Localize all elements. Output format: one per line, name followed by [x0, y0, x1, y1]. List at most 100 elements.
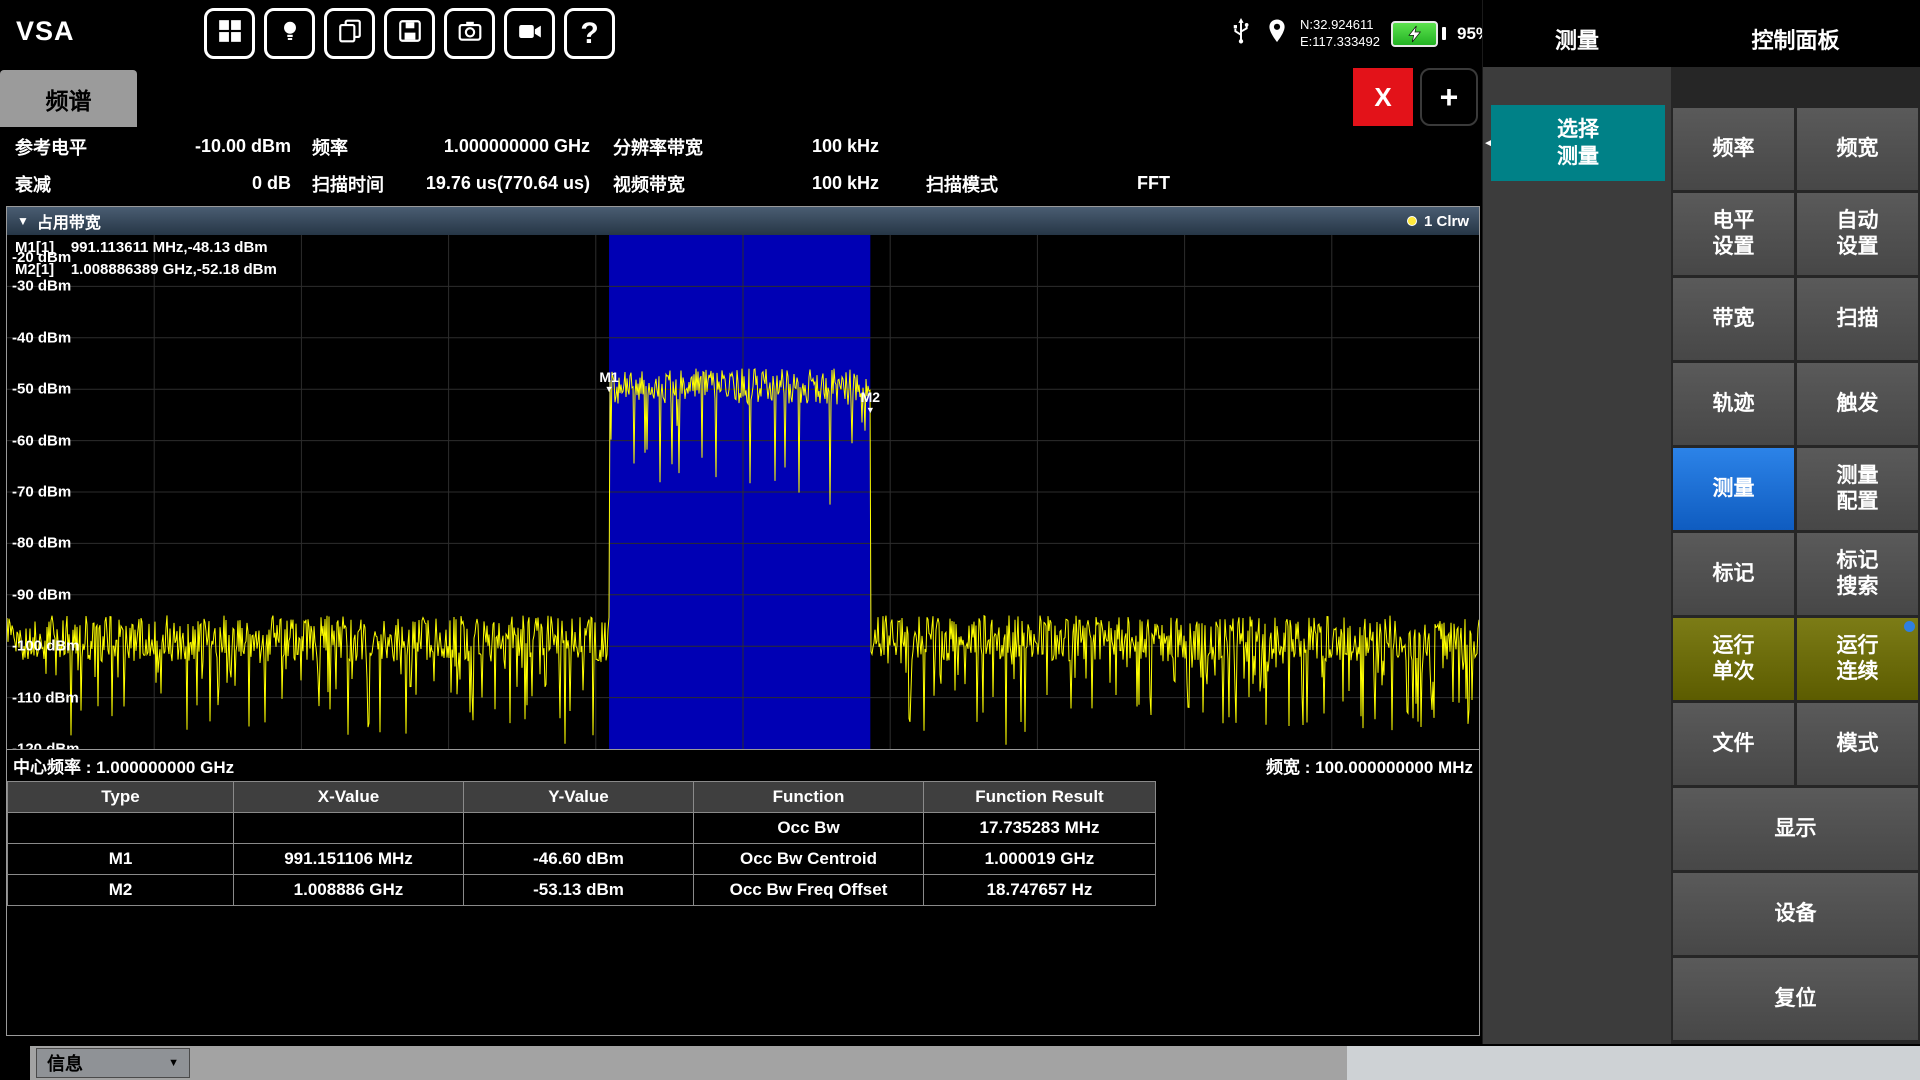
marker-m1-flag[interactable]: M1 ▼: [599, 370, 618, 395]
marker-m1-readout: M1[1] 991.113611 MHz,-48.13 dBm: [15, 237, 277, 259]
control-button-17[interactable]: 显示: [1673, 788, 1918, 870]
measure-panel-title: 测量: [1483, 0, 1671, 67]
control-button-18[interactable]: 设备: [1673, 873, 1918, 955]
marker-down-triangle: ▼: [605, 385, 614, 395]
control-button-6[interactable]: 扫描: [1797, 278, 1918, 360]
control-button-4[interactable]: 自动 设置: [1797, 193, 1918, 275]
windows-button[interactable]: [204, 8, 255, 59]
help-icon: ?: [580, 17, 598, 51]
marker-down-triangle: ▼: [866, 406, 875, 416]
location-pin-icon: [1265, 16, 1289, 51]
y-axis-label: -60 dBm: [12, 432, 71, 449]
copy-icon: [337, 18, 363, 49]
bulb-icon: [277, 18, 303, 49]
app-logo: VSA: [16, 16, 75, 47]
y-axis-label: -70 dBm: [12, 484, 71, 501]
measure-panel: 测量 ◀ 选择 测量: [1482, 0, 1671, 1044]
control-button-10[interactable]: 测量 配置: [1797, 448, 1918, 530]
span-value: 频宽 : 100.000000000 MHz: [1266, 753, 1473, 778]
vsa-app-window: VSA: [0, 0, 1920, 1080]
bottom-bar-right-track: [1347, 1046, 1920, 1080]
table-row: M2 1.008886 GHz -53.13 dBm Occ Bw Freq O…: [8, 875, 1156, 906]
marker-readout: M1[1] 991.113611 MHz,-48.13 dBm M2[1] 1.…: [15, 237, 277, 281]
control-panel: 控制面板 频率频宽电平 设置自动 设置带宽扫描轨迹触发测量测量 配置标记标记 搜…: [1671, 0, 1920, 1044]
control-panel-title: 控制面板: [1671, 0, 1920, 67]
help-button[interactable]: ?: [564, 8, 615, 59]
control-button-15[interactable]: 文件: [1673, 703, 1794, 785]
gps-lon: E:117.333492: [1300, 34, 1380, 51]
setting-sweep-mode[interactable]: 扫描模式 FFT: [926, 165, 1170, 202]
record-button[interactable]: [504, 8, 555, 59]
marker-m2-readout: M2[1] 1.008886389 GHz,-52.18 dBm: [15, 259, 277, 281]
settings-bar: 参考电平 -10.00 dBm 频率 1.000000000 GHz 分辨率带宽…: [0, 128, 1482, 204]
control-button-5[interactable]: 带宽: [1673, 278, 1794, 360]
control-button-7[interactable]: 轨迹: [1673, 363, 1794, 445]
y-axis-label: -120 dBm: [12, 741, 80, 750]
y-axis-label: -90 dBm: [12, 586, 71, 603]
control-button-14[interactable]: 运行 连续: [1797, 618, 1918, 700]
windows-icon: [217, 18, 243, 49]
control-button-19[interactable]: 复位: [1673, 958, 1918, 1040]
setting-ref-level[interactable]: 参考电平 -10.00 dBm: [15, 128, 291, 165]
trace-color-dot: [1407, 216, 1417, 226]
battery-tip: [1442, 27, 1446, 40]
spectrum-plot[interactable]: M1[1] 991.113611 MHz,-48.13 dBm M2[1] 1.…: [7, 235, 1479, 749]
control-button-9[interactable]: 测量: [1673, 448, 1794, 530]
control-button-13[interactable]: 运行 单次: [1673, 618, 1794, 700]
brightness-button[interactable]: [264, 8, 315, 59]
screenshot-button[interactable]: [444, 8, 495, 59]
results-table: Type X-Value Y-Value Function Function R…: [7, 781, 1156, 906]
copy-button[interactable]: [324, 8, 375, 59]
info-dropdown[interactable]: 信息 ▼: [36, 1048, 190, 1078]
info-dropdown-label: 信息: [47, 1050, 83, 1076]
chart-title: 占用带宽: [37, 209, 101, 233]
control-button-3[interactable]: 电平 设置: [1673, 193, 1794, 275]
marker-m2-flag[interactable]: M2 ▼: [861, 390, 880, 415]
tab-bar: 频谱 X +: [0, 67, 1482, 127]
gps-lat: N:32.924611: [1300, 17, 1380, 34]
control-button-16[interactable]: 模式: [1797, 703, 1918, 785]
setting-attenuation[interactable]: 衰减 0 dB: [15, 165, 291, 202]
close-tab-button[interactable]: X: [1353, 68, 1413, 126]
usb-icon: [1228, 16, 1254, 51]
y-axis-label: -110 dBm: [12, 689, 79, 706]
control-button-11[interactable]: 标记: [1673, 533, 1794, 615]
setting-rbw[interactable]: 分辨率带宽 100 kHz: [613, 128, 879, 165]
control-button-8[interactable]: 触发: [1797, 363, 1918, 445]
select-measurement-button[interactable]: 选择 测量: [1491, 105, 1665, 181]
table-row: M1 991.151106 MHz -46.60 dBm Occ Bw Cent…: [8, 844, 1156, 875]
video-icon: [517, 18, 543, 49]
spectrum-svg: [7, 235, 1479, 749]
save-button[interactable]: [384, 8, 435, 59]
marker-m1-label: M1: [599, 370, 618, 385]
top-toolbar: ?: [204, 8, 615, 59]
table-header-row: Type X-Value Y-Value Function Function R…: [8, 782, 1156, 813]
control-button-2[interactable]: 频宽: [1797, 108, 1918, 190]
settings-row-2: 衰减 0 dB 扫描时间 19.76 us(770.64 us) 视频带宽 10…: [0, 165, 1482, 202]
active-indicator-dot: [1904, 621, 1915, 632]
y-axis-label: -40 dBm: [12, 329, 71, 346]
gps-coordinates: N:32.924611 E:117.333492: [1300, 17, 1380, 51]
setting-vbw[interactable]: 视频带宽 100 kHz: [613, 165, 879, 202]
caret-down-icon: ▼: [168, 1057, 179, 1069]
table-row: Occ Bw 17.735283 MHz: [8, 813, 1156, 844]
y-axis-label: -50 dBm: [12, 381, 71, 398]
setting-sweep-time[interactable]: 扫描时间 19.76 us(770.64 us): [312, 165, 590, 202]
bottom-bar-track: [30, 1046, 1347, 1080]
control-button-1[interactable]: 频率: [1673, 108, 1794, 190]
add-tab-button[interactable]: +: [1420, 68, 1478, 126]
status-area: N:32.924611 E:117.333492 95%: [1228, 0, 1491, 67]
center-frequency-value: 中心频率 : 1.000000000 GHz: [13, 753, 234, 778]
y-axis-label: -100 dBm: [12, 638, 80, 655]
trace-legend[interactable]: 1 Clrw: [1407, 213, 1469, 230]
y-axis-label: -80 dBm: [12, 535, 71, 552]
settings-row-1: 参考电平 -10.00 dBm 频率 1.000000000 GHz 分辨率带宽…: [0, 128, 1482, 165]
trace-legend-label: 1 Clrw: [1424, 213, 1469, 230]
setting-frequency[interactable]: 频率 1.000000000 GHz: [312, 128, 590, 165]
collapse-icon[interactable]: ▼: [17, 214, 29, 228]
chart-title-bar[interactable]: ▼ 占用带宽 1 Clrw: [7, 207, 1479, 235]
control-button-12[interactable]: 标记 搜索: [1797, 533, 1918, 615]
tab-spectrum[interactable]: 频谱: [0, 70, 137, 127]
marker-m2-label: M2: [861, 390, 880, 405]
save-icon: [397, 18, 423, 49]
